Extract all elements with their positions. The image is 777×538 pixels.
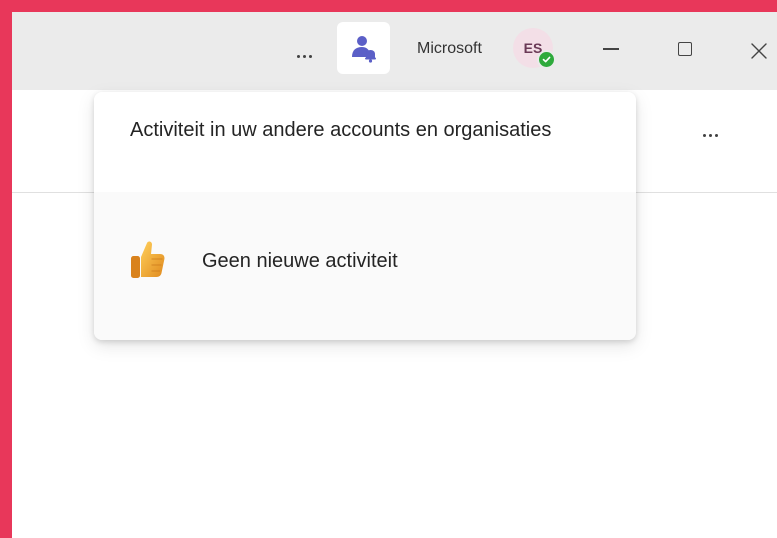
accounts-activity-popup: Activiteit in uw andere accounts en orga… xyxy=(94,92,636,340)
window-frame-left xyxy=(0,0,12,538)
title-bar: Microsoft ES xyxy=(12,12,777,90)
maximize-icon[interactable] xyxy=(678,42,692,56)
presence-available-icon xyxy=(537,50,556,69)
popup-title: Activiteit in uw andere accounts en orga… xyxy=(130,119,552,141)
more-horizontal-icon xyxy=(702,133,718,137)
avatar[interactable]: ES xyxy=(513,28,556,69)
empty-state-text: Geen nieuwe activiteit xyxy=(202,250,398,272)
more-horizontal-icon xyxy=(296,54,312,58)
popup-header: Activiteit in uw andere accounts en orga… xyxy=(94,92,636,192)
people-bell-icon xyxy=(351,36,376,63)
minimize-icon[interactable] xyxy=(603,48,619,50)
content-more-options-button[interactable] xyxy=(696,125,724,145)
other-accounts-activity-button[interactable] xyxy=(337,22,390,74)
more-options-button[interactable] xyxy=(290,44,318,68)
account-name[interactable]: Microsoft xyxy=(417,40,482,58)
window-frame-top xyxy=(0,0,777,12)
thumbs-up-icon xyxy=(131,241,165,278)
close-icon[interactable] xyxy=(749,41,769,61)
